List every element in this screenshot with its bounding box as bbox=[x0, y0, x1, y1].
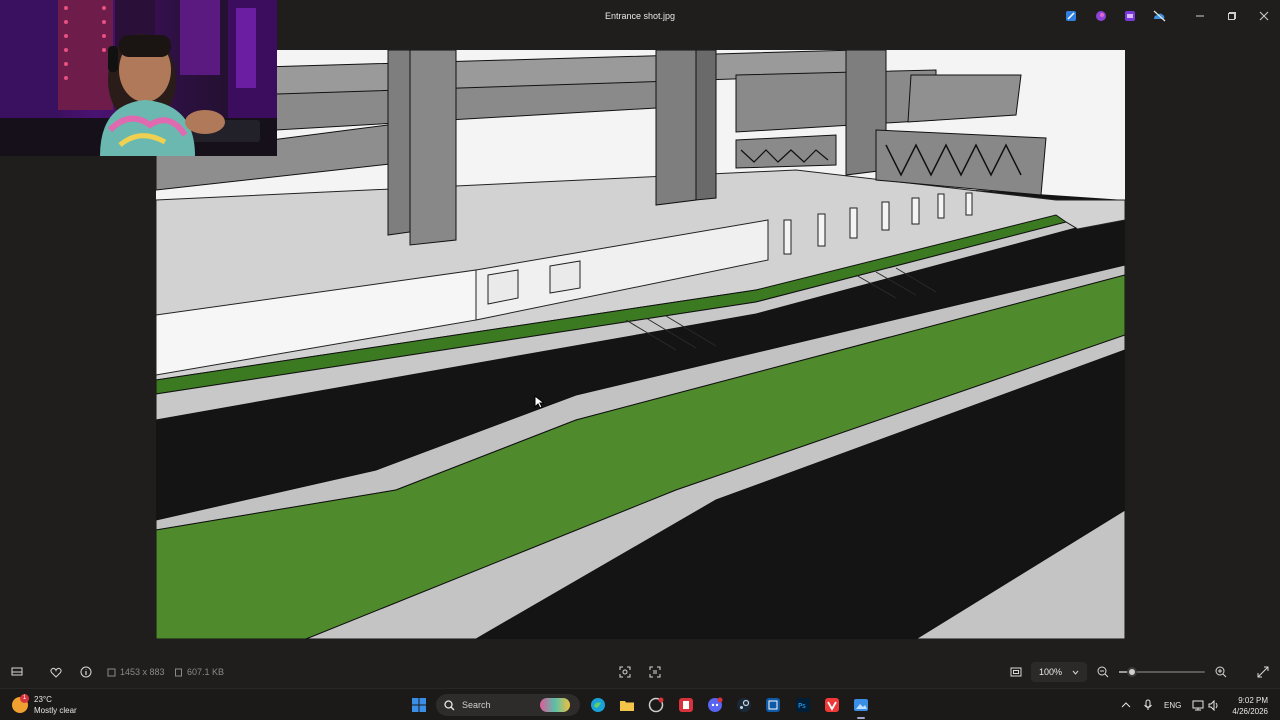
visual-search-icon[interactable] bbox=[617, 664, 633, 680]
filmstrip-toggle-icon[interactable] bbox=[9, 664, 25, 680]
weather-temperature: 23°C bbox=[34, 695, 52, 704]
zoom-in-icon[interactable] bbox=[1213, 664, 1229, 680]
weather-icon: 1 bbox=[12, 694, 29, 713]
zoom-slider[interactable] bbox=[1119, 667, 1205, 677]
weather-widget[interactable]: 1 23°C Mostly clear bbox=[12, 694, 77, 716]
maximize-button[interactable] bbox=[1225, 9, 1239, 23]
chevron-down-icon bbox=[1072, 670, 1079, 675]
search-icon bbox=[444, 699, 455, 710]
full-screen-icon[interactable] bbox=[1255, 664, 1271, 680]
edit-app-icon[interactable] bbox=[1064, 9, 1078, 23]
webcam-overlay bbox=[0, 0, 277, 156]
edge-browser-icon[interactable] bbox=[589, 696, 607, 714]
favorite-heart-icon[interactable] bbox=[48, 664, 64, 680]
zoom-slider-thumb[interactable] bbox=[1126, 667, 1137, 677]
file-explorer-icon[interactable] bbox=[618, 696, 636, 714]
steam-icon[interactable] bbox=[735, 696, 753, 714]
app-circle-icon[interactable] bbox=[647, 696, 665, 714]
microphone-icon[interactable] bbox=[1139, 696, 1157, 714]
image-canvas[interactable] bbox=[156, 50, 1125, 639]
designer-app-icon[interactable] bbox=[1094, 9, 1108, 23]
language-indicator[interactable]: ENG bbox=[1164, 701, 1181, 710]
file-size: 607.1 KB bbox=[174, 667, 224, 677]
dimensions-icon bbox=[107, 668, 116, 676]
viewer-toolbar: 1453 x 883 607.1 KB 100% bbox=[0, 656, 1280, 688]
minimize-button[interactable] bbox=[1193, 9, 1207, 23]
blue-app-icon[interactable] bbox=[764, 696, 782, 714]
clock-time: 9:02 PM bbox=[1238, 696, 1268, 705]
system-clock[interactable]: 9:02 PM 4/26/2026 bbox=[1224, 695, 1268, 717]
notification-badge: 1 bbox=[20, 694, 29, 703]
mouse-cursor-icon bbox=[534, 395, 544, 409]
fit-to-window-icon[interactable] bbox=[1008, 664, 1024, 680]
scan-text-icon[interactable] bbox=[647, 664, 663, 680]
taskbar: 1 23°C Mostly clear Search Ps ENG 9:02 P… bbox=[0, 688, 1280, 720]
red-app-icon[interactable] bbox=[677, 696, 695, 714]
zoom-dropdown[interactable]: 100% bbox=[1031, 662, 1087, 682]
discord-icon[interactable] bbox=[706, 696, 724, 714]
start-button[interactable] bbox=[410, 696, 428, 714]
image-dimensions: 1453 x 883 bbox=[107, 667, 165, 677]
onedrive-sync-icon[interactable] bbox=[1152, 9, 1166, 23]
photoshop-icon[interactable]: Ps bbox=[794, 696, 812, 714]
photos-app-icon[interactable] bbox=[852, 696, 870, 719]
vivaldi-icon[interactable] bbox=[823, 696, 841, 714]
search-highlight-graphic bbox=[540, 698, 570, 712]
taskbar-search[interactable]: Search bbox=[436, 694, 580, 716]
file-size-icon bbox=[175, 668, 182, 676]
show-hidden-icons-chevron[interactable] bbox=[1117, 696, 1135, 714]
volume-icon[interactable] bbox=[1205, 696, 1223, 714]
weather-description: Mostly clear bbox=[34, 706, 77, 715]
svg-text:Ps: Ps bbox=[798, 702, 806, 710]
clock-date: 4/26/2026 bbox=[1232, 707, 1268, 716]
file-info-icon[interactable] bbox=[78, 664, 94, 680]
zoom-value: 100% bbox=[1039, 667, 1063, 677]
clipchamp-app-icon[interactable] bbox=[1123, 9, 1137, 23]
close-button[interactable] bbox=[1257, 9, 1271, 23]
search-placeholder: Search bbox=[462, 700, 491, 710]
zoom-out-icon[interactable] bbox=[1095, 664, 1111, 680]
